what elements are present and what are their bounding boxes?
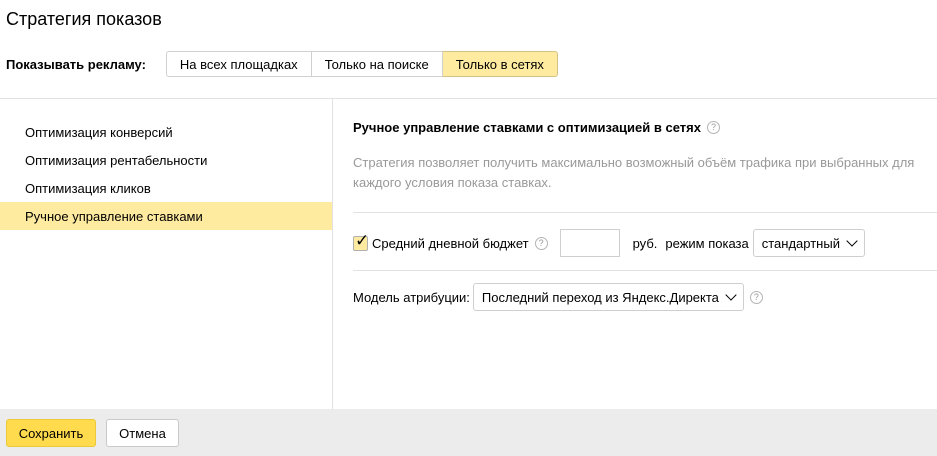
strategy-list: Оптимизация конверсий Оптимизация рентаб… [0,99,333,409]
footer: Сохранить Отмена [0,409,937,456]
show-ads-search-button[interactable]: Только на поиске [311,51,443,77]
save-button[interactable]: Сохранить [6,419,96,447]
daily-budget-input[interactable] [559,229,620,257]
strategy-item-manual-bids[interactable]: Ручное управление ставками [0,202,332,230]
strategy-heading: Ручное управление ставками с оптимизацие… [353,120,720,135]
display-mode-value: стандартный [761,235,840,251]
divider [353,212,937,213]
help-icon[interactable]: ? [534,236,548,250]
show-ads-networks-button[interactable]: Только в сетях [442,51,558,77]
attribution-label: Модель атрибуции: [353,289,470,305]
currency-label: руб. [632,235,658,251]
help-icon[interactable]: ? [706,121,720,134]
show-ads-segmented-control: На всех площадках Только на поиске Тольк… [165,51,558,77]
strategy-item-label: Оптимизация кликов [25,180,151,196]
checkmark-icon: ✓ [355,230,370,250]
strategy-item-profitability[interactable]: Оптимизация рентабельности [0,146,332,174]
daily-budget-row: ✓ Средний дневной бюджет ? руб. режим по… [353,229,865,257]
strategy-item-label: Оптимизация рентабельности [25,152,208,168]
help-icon[interactable]: ? [749,290,763,304]
strategy-detail-panel: Ручное управление ставками с оптимизацие… [333,99,937,409]
display-mode-select[interactable]: стандартный [752,229,865,257]
daily-budget-checkbox[interactable]: ✓ [353,232,369,251]
strategy-heading-text: Ручное управление ставками с оптимизацие… [353,120,701,135]
page-title: Стратегия показов [6,9,162,29]
attribution-value: Последний переход из Яндекс.Директа [481,289,719,305]
show-ads-label: Показывать рекламу: [6,56,146,72]
attribution-select[interactable]: Последний переход из Яндекс.Директа [472,283,744,311]
daily-budget-label: Средний дневной бюджет [372,235,529,251]
chevron-down-icon [725,289,737,301]
show-ads-all-button[interactable]: На всех площадках [165,51,312,77]
cancel-button[interactable]: Отмена [106,419,179,447]
strategy-item-label: Оптимизация конверсий [25,124,173,140]
strategy-item-clicks[interactable]: Оптимизация кликов [0,174,332,202]
strategy-item-conversions[interactable]: Оптимизация конверсий [0,118,332,146]
strategy-description: Стратегия позволяет получить максимально… [353,155,915,190]
attribution-row: Модель атрибуции: Последний переход из Я… [353,283,763,311]
divider [353,270,937,271]
strategy-item-label: Ручное управление ставками [25,208,203,224]
chevron-down-icon [846,235,858,247]
show-ads-row: Показывать рекламу: На всех площадках То… [6,51,558,77]
display-mode-label: режим показа [665,235,749,251]
